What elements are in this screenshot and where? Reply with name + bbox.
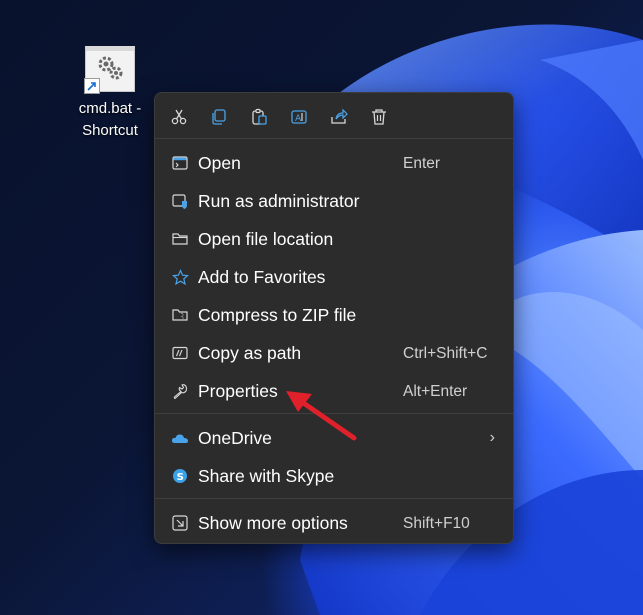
skype-icon: S <box>171 467 189 485</box>
open-window-icon <box>171 154 189 172</box>
menu-item-label: Add to Favorites <box>198 267 326 287</box>
annotation-arrow-icon <box>286 391 357 441</box>
star-icon <box>171 268 189 286</box>
menu-item-label: OneDrive <box>198 428 272 448</box>
menu-item-label: Copy as path <box>198 343 302 363</box>
share-button[interactable] <box>325 103 353 131</box>
menu-item-label: Properties <box>198 381 278 401</box>
cut-button[interactable] <box>165 103 193 131</box>
menu-item-shortcut: Shift+F10 <box>403 515 470 532</box>
rename-icon: A <box>291 110 307 124</box>
context-menu: A Open Enter Run as administrator Open f… <box>154 92 514 544</box>
more-options-icon <box>171 514 189 532</box>
shield-admin-icon <box>171 192 189 210</box>
paste-icon <box>252 108 267 125</box>
menu-item-shortcut: Ctrl+Shift+C <box>403 345 488 362</box>
folder-icon <box>171 230 189 248</box>
menu-item-open[interactable]: Open Enter <box>161 145 507 181</box>
zip-folder-icon <box>171 306 189 324</box>
rename-button[interactable]: A <box>285 103 313 131</box>
menu-item-label: Open <box>198 153 241 173</box>
menu-item-shortcut: Alt+Enter <box>403 383 468 400</box>
svg-text:S: S <box>177 472 184 483</box>
context-menu-toolbar: A <box>155 93 513 139</box>
batch-file-icon <box>84 46 135 94</box>
menu-item-run-as-administrator[interactable]: Run as administrator <box>161 183 507 219</box>
desktop-shortcut-cmd-bat[interactable]: cmd.bat - Shortcut <box>62 46 158 142</box>
menu-item-add-to-favorites[interactable]: Add to Favorites <box>161 259 507 295</box>
delete-icon <box>372 109 386 125</box>
menu-item-show-more-options[interactable]: Show more options Shift+F10 <box>161 505 507 541</box>
menu-item-shortcut: Enter <box>403 155 441 172</box>
menu-item-label: Share with Skype <box>198 466 335 486</box>
menu-item-label: Show more options <box>198 513 348 533</box>
menu-item-compress-to-zip[interactable]: Compress to ZIP file <box>161 297 507 333</box>
delete-button[interactable] <box>365 103 393 131</box>
copy-path-icon <box>171 344 189 362</box>
menu-item-open-file-location[interactable]: Open file location <box>161 221 507 257</box>
copy-icon <box>212 109 226 125</box>
chevron-right-icon: › <box>489 429 495 446</box>
wrench-icon <box>171 382 189 400</box>
onedrive-icon <box>171 429 189 447</box>
menu-item-share-with-skype[interactable]: S Share with Skype <box>161 458 507 494</box>
menu-item-label: Compress to ZIP file <box>198 305 357 325</box>
copy-button[interactable] <box>205 103 233 131</box>
menu-item-copy-as-path[interactable]: Copy as path Ctrl+Shift+C <box>161 335 507 371</box>
paste-button[interactable] <box>245 103 273 131</box>
shortcut-arrow-icon <box>84 78 100 94</box>
menu-separator <box>155 498 513 499</box>
desktop-icon-label: cmd.bat - Shortcut <box>78 100 142 139</box>
menu-item-label: Open file location <box>198 229 334 249</box>
svg-text:A: A <box>295 114 302 124</box>
share-icon <box>331 108 348 124</box>
cut-icon <box>171 109 187 125</box>
menu-item-label: Run as administrator <box>198 191 360 211</box>
